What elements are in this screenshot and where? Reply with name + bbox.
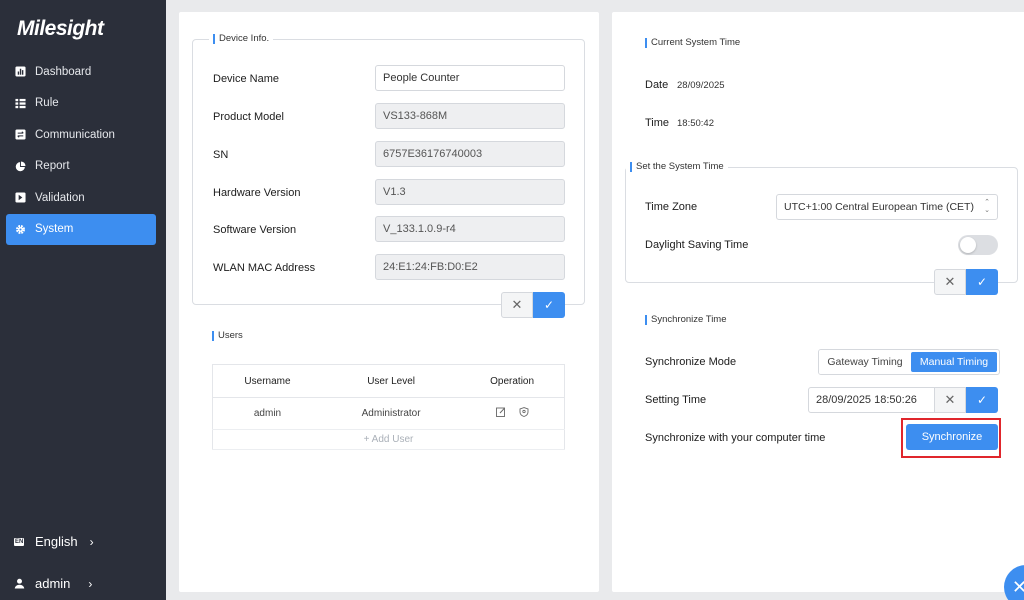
- device-info-actions: ✕ ✓: [501, 292, 565, 318]
- field-label: Hardware Version: [213, 187, 301, 199]
- username-cell: admin: [212, 397, 322, 430]
- select-arrows-icon: ⌃ ⌄: [984, 199, 990, 214]
- column-header: Username: [212, 364, 322, 398]
- sidebar-item-label: Report: [35, 160, 70, 173]
- sidebar-item-rule[interactable]: Rule: [6, 88, 156, 120]
- validation-icon: [15, 192, 35, 203]
- cancel-button[interactable]: ✕: [934, 269, 966, 295]
- time-label: Time: [645, 117, 670, 129]
- language-label: English: [35, 534, 78, 549]
- user-level-cell: Administrator: [321, 397, 461, 430]
- user-icon: [14, 578, 35, 589]
- chevron-right-icon: ›: [88, 576, 93, 591]
- sidebar-item-report[interactable]: Report: [6, 151, 156, 183]
- language-icon: EN: [14, 537, 25, 546]
- language-selector[interactable]: EN English ›: [14, 534, 154, 549]
- list-icon: [15, 98, 35, 109]
- field-label: Setting Time: [645, 394, 707, 406]
- setting-time-input[interactable]: 28/09/2025 18:50:26: [808, 387, 935, 413]
- gateway-timing-option[interactable]: Gateway Timing: [819, 350, 911, 374]
- table-row: admin Administrator: [212, 397, 565, 430]
- device-name-input[interactable]: People Counter: [375, 65, 565, 91]
- user-label: admin: [35, 576, 71, 591]
- sidebar-item-communication[interactable]: Communication: [6, 119, 156, 151]
- column-header: Operation: [460, 364, 565, 398]
- set-time-actions: ✕ ✓: [934, 269, 998, 295]
- users-table: Username User Level Operation admin Admi…: [212, 364, 565, 450]
- chevron-right-icon: ›: [89, 534, 94, 549]
- wlan-mac-field: 24:E1:24:FB:D0:E2: [375, 254, 565, 280]
- field-label: Device Name: [213, 73, 280, 85]
- save-button[interactable]: ✓: [533, 292, 565, 318]
- table-header: Username User Level Operation: [212, 364, 565, 398]
- cancel-button[interactable]: ✕: [934, 387, 966, 413]
- milesight-logo: Milesight: [17, 17, 104, 40]
- save-button[interactable]: ✓: [966, 387, 998, 413]
- field-label: Daylight Saving Time: [645, 239, 749, 251]
- device-panel: Device Info. Device Name People Counter …: [179, 12, 599, 592]
- edit-icon[interactable]: [495, 407, 506, 420]
- manual-timing-option[interactable]: Manual Timing: [911, 352, 997, 372]
- bar-chart-icon: [15, 66, 35, 77]
- set-time-fieldset: Set the System Time: [625, 161, 1018, 283]
- save-button[interactable]: ✓: [966, 269, 998, 295]
- add-user-button[interactable]: + Add User: [212, 429, 565, 450]
- time-panel: Current System Time Date 28/09/2025 Time…: [612, 12, 1024, 592]
- gear-icon: [15, 224, 35, 235]
- sidebar-item-label: Rule: [35, 97, 59, 110]
- field-label: SN: [213, 149, 229, 161]
- dst-toggle[interactable]: [958, 235, 998, 255]
- date-value: 28/09/2025: [677, 80, 725, 91]
- sync-time-title: Synchronize Time: [645, 314, 727, 325]
- field-label: Product Model: [213, 111, 284, 123]
- user-menu[interactable]: admin ›: [14, 576, 154, 591]
- sync-mode-toggle: Gateway Timing Manual Timing: [818, 349, 1000, 375]
- time-row: Time 18:50:42: [645, 117, 714, 129]
- sidebar-item-dashboard[interactable]: Dashboard: [6, 56, 156, 88]
- cancel-button[interactable]: ✕: [501, 292, 533, 318]
- sn-field: 6757E36176740003: [375, 141, 565, 167]
- set-time-legend: Set the System Time: [626, 161, 728, 172]
- field-label: Software Version: [213, 224, 297, 236]
- current-time-title: Current System Time: [645, 37, 740, 48]
- date-row: Date 28/09/2025: [645, 79, 725, 91]
- sidebar-item-validation[interactable]: Validation: [6, 182, 156, 214]
- product-model-field: VS133-868M: [375, 103, 565, 129]
- date-label: Date: [645, 79, 669, 91]
- field-label: Time Zone: [645, 201, 698, 213]
- operation-cell: [460, 397, 565, 430]
- sidebar: Milesight Dashboard Rule Communication R…: [0, 0, 166, 600]
- field-label: Synchronize Mode: [645, 356, 737, 368]
- sidebar-item-system[interactable]: System: [6, 213, 156, 245]
- pie-chart-icon: [15, 161, 35, 172]
- users-title: Users: [212, 330, 243, 341]
- sidebar-nav: Dashboard Rule Communication Report Vali…: [6, 56, 156, 245]
- sidebar-item-label: Communication: [35, 128, 115, 141]
- device-info-legend: Device Info.: [209, 33, 274, 44]
- highlight-box: [901, 418, 1001, 458]
- setting-time-actions: ✕ ✓: [934, 387, 998, 413]
- field-label: Synchronize with your computer time: [645, 432, 826, 444]
- exchange-icon: [15, 129, 35, 140]
- time-value: 18:50:42: [677, 118, 714, 129]
- sidebar-item-label: Validation: [35, 191, 85, 204]
- shield-icon[interactable]: [519, 407, 529, 420]
- sidebar-item-label: System: [35, 223, 74, 236]
- hardware-version-field: V1.3: [375, 179, 565, 205]
- software-version-field: V_133.1.0.9-r4: [375, 216, 565, 242]
- close-icon: ✕: [1012, 576, 1024, 597]
- sidebar-item-label: Dashboard: [35, 65, 92, 78]
- field-label: WLAN MAC Address: [213, 262, 316, 274]
- timezone-select[interactable]: UTC+1:00 Central European Time (CET) ⌃ ⌄: [776, 194, 998, 220]
- column-header: User Level: [321, 364, 461, 398]
